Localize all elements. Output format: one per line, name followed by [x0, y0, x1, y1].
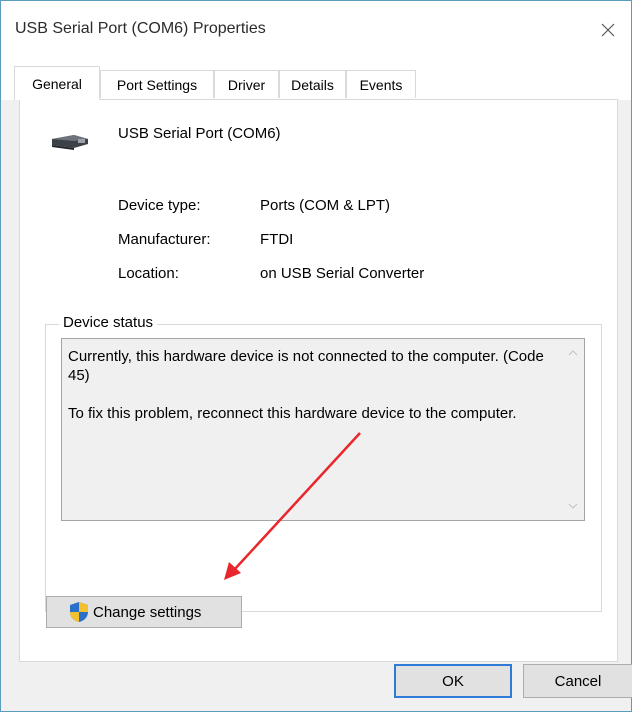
tab-label: Port Settings [116, 76, 198, 93]
tab-details[interactable]: Details [279, 70, 346, 98]
location-label: Location: [118, 265, 179, 282]
change-settings-button[interactable]: Change settings [46, 596, 242, 628]
scroll-down-button[interactable] [566, 500, 580, 512]
close-icon [601, 23, 615, 37]
tab-port-settings[interactable]: Port Settings [100, 70, 214, 98]
tab-general[interactable]: General [14, 66, 100, 100]
ok-label: OK [442, 672, 464, 690]
device-type-label: Device type: [118, 197, 201, 214]
tab-label: Events [359, 76, 403, 93]
manufacturer-label: Manufacturer: [118, 231, 211, 248]
manufacturer-value: FTDI [260, 231, 294, 248]
device-status-textbox[interactable]: Currently, this hardware device is not c… [61, 338, 585, 521]
tab-strip: General Port Settings Driver Details Eve… [1, 59, 631, 100]
title-bar[interactable]: USB Serial Port (COM6) Properties [1, 1, 631, 59]
location-value: on USB Serial Converter [260, 265, 425, 282]
properties-dialog: USB Serial Port (COM6) Properties Genera… [0, 0, 632, 712]
tab-label: Details [291, 76, 334, 93]
window-title: USB Serial Port (COM6) Properties [15, 20, 266, 37]
chevron-down-icon [568, 503, 578, 509]
device-status-legend: Device status [59, 314, 158, 331]
change-settings-label: Change settings [93, 603, 202, 621]
device-type-value: Ports (COM & LPT) [260, 197, 391, 214]
close-button[interactable] [585, 1, 631, 59]
ok-button[interactable]: OK [394, 664, 512, 698]
chevron-up-icon [568, 350, 578, 356]
cancel-label: Cancel [554, 672, 602, 690]
status-fix-message: To fix this problem, reconnect this hard… [68, 405, 517, 422]
uac-shield-icon [69, 601, 89, 623]
tab-label: General [32, 75, 82, 92]
status-message: Currently, this hardware device is not c… [68, 348, 544, 384]
usb-connector-icon [50, 130, 92, 157]
tab-events[interactable]: Events [346, 70, 416, 98]
device-status-text: Currently, this hardware device is not c… [68, 347, 548, 423]
tab-label: Driver [227, 76, 266, 93]
general-tab-panel: USB Serial Port (COM6) Device type: Port… [19, 99, 618, 662]
device-name: USB Serial Port (COM6) [118, 125, 281, 142]
cancel-button[interactable]: Cancel [523, 664, 632, 698]
tab-driver[interactable]: Driver [214, 70, 279, 98]
scroll-up-button[interactable] [566, 347, 580, 359]
